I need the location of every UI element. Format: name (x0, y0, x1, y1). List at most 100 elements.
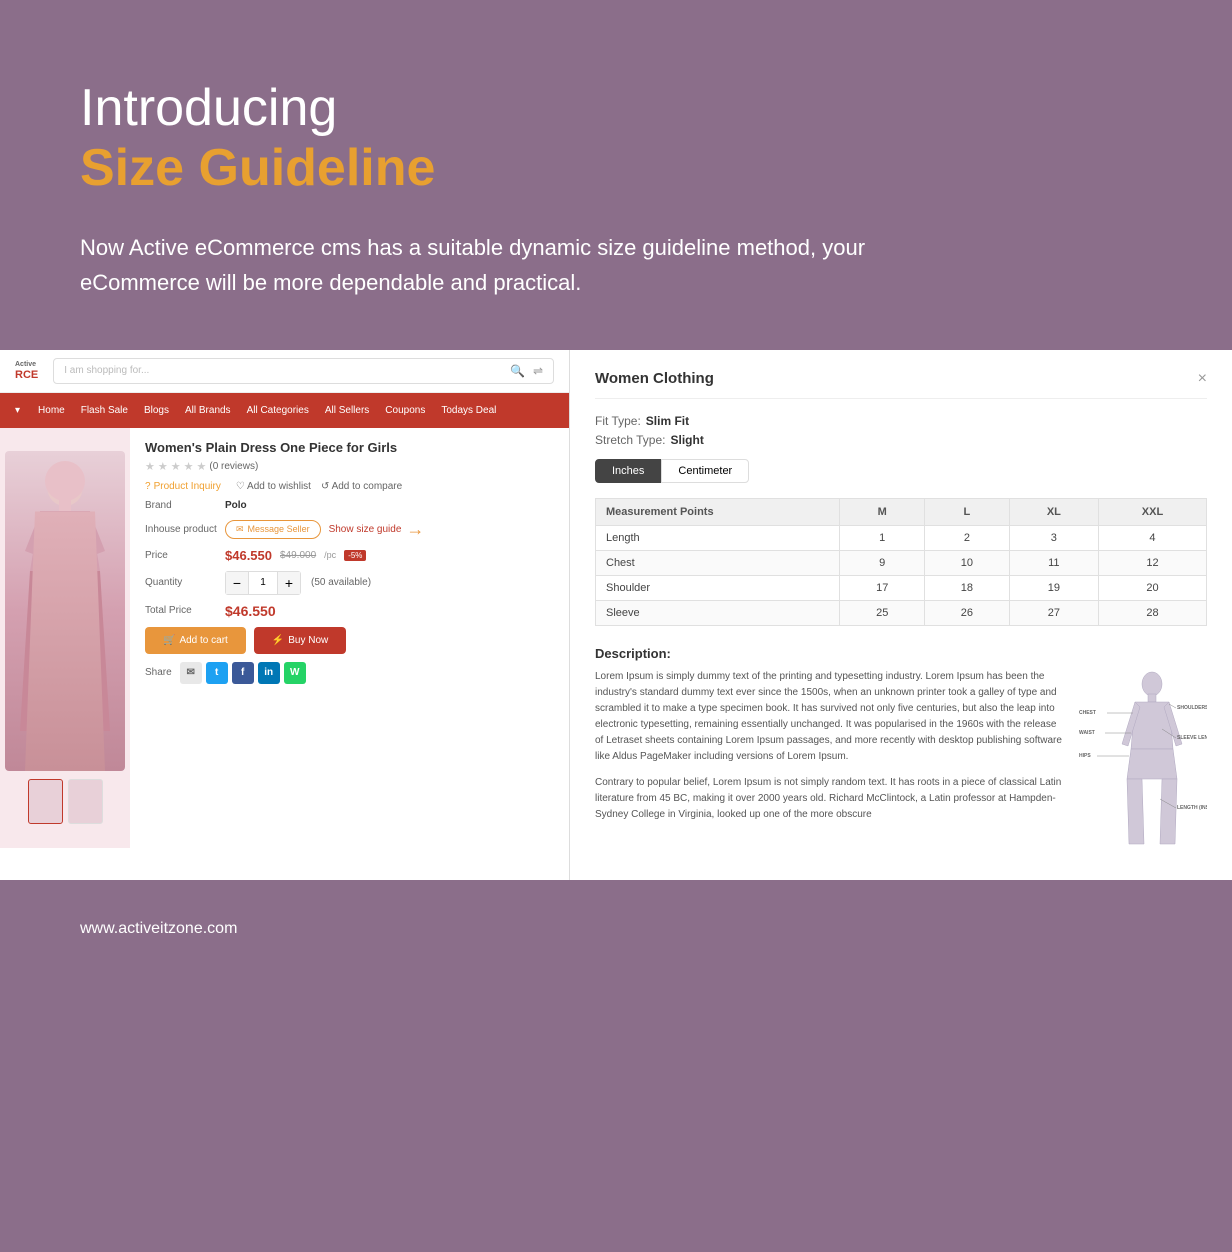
svg-text:WAIST: WAIST (1079, 730, 1095, 736)
product-thumb-1[interactable] (28, 779, 63, 824)
star-2: ★ (158, 460, 168, 473)
nav-all-brands[interactable]: All Brands (177, 401, 239, 420)
stretch-type-label: Stretch Type: (595, 433, 665, 447)
table-row: Chest 9 10 11 12 (596, 550, 1207, 575)
measurement-xl: 27 (1009, 600, 1098, 625)
measurement-point: Sleeve (596, 600, 840, 625)
product-rating: ★ ★ ★ ★ ★ (0 reviews) (145, 460, 554, 473)
share-whatsapp-icon[interactable]: W (284, 662, 306, 684)
footer-url: www.activeitzone.com (80, 920, 237, 937)
measurement-xl: 11 (1009, 550, 1098, 575)
message-seller-button[interactable]: ✉ Message Seller (225, 520, 321, 539)
fit-type-row: Fit Type: Slim Fit (595, 414, 1207, 428)
svg-text:SLEEVE LENGTH: SLEEVE LENGTH (1177, 735, 1207, 741)
col-measurement: Measurement Points (596, 498, 840, 525)
nav-all-categories[interactable]: All Categories (239, 401, 317, 420)
measurement-xl: 19 (1009, 575, 1098, 600)
nav-all-sellers[interactable]: All Sellers (317, 401, 377, 420)
brand-row: Brand Polo (145, 500, 554, 511)
quantity-decrease-button[interactable]: − (226, 572, 248, 594)
inhouse-row: Inhouse product ✉ Message Seller Show si… (145, 519, 554, 540)
footer: www.activeitzone.com (0, 880, 1232, 978)
nav-bar: ▾ Home Flash Sale Blogs All Brands All C… (0, 393, 569, 428)
share-twitter-icon[interactable]: t (206, 662, 228, 684)
star-1: ★ (145, 460, 155, 473)
table-row: Sleeve 25 26 27 28 (596, 600, 1207, 625)
total-price-value: $46.550 (225, 603, 276, 619)
filter-icon[interactable]: ⇌ (533, 364, 543, 378)
inhouse-label: Inhouse product (145, 524, 225, 535)
product-inquiry-link[interactable]: ? Product Inquiry (145, 481, 221, 492)
nav-flash-sale[interactable]: Flash Sale (73, 401, 136, 420)
hero-title: Size Guideline (80, 137, 1152, 199)
review-count: (0 reviews) (209, 461, 258, 472)
desc-paragraph-2: Contrary to popular belief, Lorem Ipsum … (595, 775, 1062, 823)
measurement-point: Length (596, 525, 840, 550)
measurement-l: 26 (925, 600, 1010, 625)
stretch-type-row: Stretch Type: Slight (595, 433, 1207, 447)
product-image-column (0, 428, 130, 848)
compare-link[interactable]: ↺ Add to compare (321, 481, 402, 492)
total-label: Total Price (145, 605, 225, 616)
quantity-stepper: − + (225, 571, 301, 595)
quantity-control: − + (50 available) (225, 571, 371, 595)
quantity-label: Quantity (145, 577, 225, 588)
svg-text:CHEST: CHEST (1079, 710, 1096, 716)
fit-type-label: Fit Type: (595, 414, 641, 428)
current-price: $46.550 (225, 548, 272, 563)
star-3: ★ (171, 460, 181, 473)
share-email-icon[interactable]: ✉ (180, 662, 202, 684)
product-inquiry-row: ? Product Inquiry ♡ Add to wishlist ↺ Ad… (145, 481, 554, 492)
social-icons: ✉ t f in W (180, 662, 306, 684)
close-button[interactable]: × (1198, 370, 1207, 388)
quantity-input[interactable] (248, 572, 278, 594)
left-panel: Active RCE I am shopping for... 🔍 ⇌ ▾ Ho… (0, 350, 570, 880)
description-title: Description: (595, 646, 1207, 661)
size-guide-panel: Women Clothing × Fit Type: Slim Fit Stre… (570, 350, 1232, 880)
tab-inches[interactable]: Inches (595, 459, 661, 483)
search-bar[interactable]: I am shopping for... 🔍 ⇌ (53, 358, 554, 384)
table-header-row: Measurement Points M L XL XXL (596, 498, 1207, 525)
size-guide-link[interactable]: Show size guide (329, 524, 402, 535)
tab-centimeter[interactable]: Centimeter (661, 459, 749, 483)
share-linkedin-icon[interactable]: in (258, 662, 280, 684)
stretch-type-value: Slight (670, 433, 703, 447)
buy-now-button[interactable]: ⚡ Buy Now (254, 627, 346, 654)
price-row: Price $46.550 $49.000 /pc -5% (145, 548, 554, 563)
share-row: Share ✉ t f in W (145, 662, 554, 684)
description-content: Lorem Ipsum is simply dummy text of the … (595, 669, 1207, 874)
message-icon: ✉ (236, 524, 244, 535)
col-xxl: XXL (1098, 498, 1206, 525)
add-to-cart-button[interactable]: 🛒 Add to cart (145, 627, 246, 654)
product-details: Women's Plain Dress One Piece for Girls … (130, 428, 569, 848)
share-facebook-icon[interactable]: f (232, 662, 254, 684)
screenshot-area: Active RCE I am shopping for... 🔍 ⇌ ▾ Ho… (0, 350, 1232, 880)
quantity-increase-button[interactable]: + (278, 572, 300, 594)
search-icon[interactable]: 🔍 (510, 364, 525, 378)
star-5: ★ (197, 460, 207, 473)
measurement-point: Shoulder (596, 575, 840, 600)
product-area: Women's Plain Dress One Piece for Girls … (0, 428, 569, 848)
cart-icon: 🛒 (163, 635, 175, 646)
measurement-l: 18 (925, 575, 1010, 600)
nav-coupons[interactable]: Coupons (377, 401, 433, 420)
nav-todays-deal[interactable]: Todays Deal (433, 401, 504, 420)
lightning-icon: ⚡ (272, 635, 284, 646)
product-thumb-2[interactable] (68, 779, 103, 824)
hero-intro: Introducing (80, 80, 1152, 137)
action-buttons: 🛒 Add to cart ⚡ Buy Now (145, 627, 554, 654)
nav-dropdown[interactable]: ▾ (15, 405, 20, 416)
modal-title: Women Clothing (595, 370, 714, 387)
col-m: M (840, 498, 925, 525)
measurement-l: 2 (925, 525, 1010, 550)
measurement-l: 10 (925, 550, 1010, 575)
shop-header: Active RCE I am shopping for... 🔍 ⇌ (0, 350, 569, 393)
fit-info: Fit Type: Slim Fit Stretch Type: Slight (595, 414, 1207, 447)
star-4: ★ (184, 460, 194, 473)
product-main-image (5, 451, 125, 771)
wishlist-link[interactable]: ♡ Add to wishlist (236, 481, 311, 492)
measurement-point: Chest (596, 550, 840, 575)
nav-blogs[interactable]: Blogs (136, 401, 177, 420)
nav-home[interactable]: Home (30, 401, 73, 420)
measurement-m: 25 (840, 600, 925, 625)
